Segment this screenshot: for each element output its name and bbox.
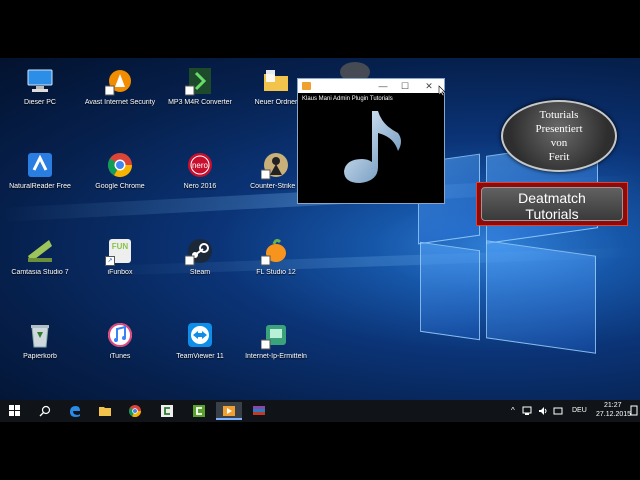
minimize-button[interactable]: — xyxy=(372,79,394,93)
media-player-icon xyxy=(223,406,235,416)
desktop-icon-label: Camtasia Studio 7 xyxy=(11,269,69,276)
maximize-button[interactable]: ☐ xyxy=(394,79,416,93)
letterbox-top xyxy=(0,0,640,58)
desktop-icon-label: Nero 2016 xyxy=(183,183,217,190)
desktop-icon-label: MP3 M4R Converter xyxy=(168,99,232,106)
desktop-icon-label: Google Chrome xyxy=(95,183,145,190)
desktop-icon-naturalreader[interactable]: NaturalReader Free xyxy=(2,150,78,190)
media-player-icon xyxy=(302,82,311,90)
ifunbox-badge: FUN xyxy=(111,242,129,251)
network-tray-icon[interactable] xyxy=(522,406,532,416)
taskbar-chrome[interactable] xyxy=(122,402,148,420)
badge-line: Presentiert xyxy=(535,123,583,135)
clock-time[interactable]: 21:27 xyxy=(604,402,622,409)
desktop-icon-itunes[interactable]: iTunes xyxy=(82,320,158,360)
tray-overflow-chevron[interactable]: ^ xyxy=(511,406,515,415)
computer-icon xyxy=(25,66,55,96)
fl-studio-icon xyxy=(260,236,291,266)
windows-logo-pane xyxy=(486,240,596,354)
start-icon xyxy=(9,405,20,416)
notifications-icon[interactable] xyxy=(630,405,638,417)
message-icon[interactable] xyxy=(553,406,563,416)
edge-icon xyxy=(70,406,80,417)
desktop-icon-google-chrome[interactable]: Google Chrome xyxy=(82,150,158,190)
desktop-icon-label: iFunbox xyxy=(107,269,133,276)
desktop-icon-teamviewer[interactable]: TeamViewer 11 xyxy=(162,320,238,360)
camtasia-icon xyxy=(25,236,55,266)
desktop-icon-fl-studio[interactable]: FL Studio 12 xyxy=(238,236,314,276)
desktop-icon-steam[interactable]: Steam xyxy=(162,236,238,276)
steam-icon xyxy=(184,236,215,266)
desktop[interactable]: Dieser PC Avast Internet Security MP3 M4… xyxy=(0,58,640,400)
search-icon xyxy=(39,405,51,417)
taskbar-camtasia[interactable] xyxy=(154,402,180,420)
badge-line: von xyxy=(550,137,568,149)
taskbar: ^ DEU 21:27 27.12.2015 xyxy=(0,400,640,422)
search-button[interactable] xyxy=(32,402,58,420)
nero-icon: nero xyxy=(185,150,215,180)
folder-icon xyxy=(261,66,291,96)
banner-line: Tutorials xyxy=(525,206,579,222)
taskbar-camtasia-recorder[interactable] xyxy=(186,402,212,420)
windows-logo-pane xyxy=(420,241,480,341)
naturalreader-icon xyxy=(25,150,55,180)
letterbox-bottom xyxy=(0,422,640,480)
converter-icon xyxy=(184,66,215,96)
desktop-icon-label: NaturalReader Free xyxy=(9,183,71,190)
desktop-icon-dieser-pc[interactable]: Dieser PC xyxy=(2,66,78,106)
desktop-icon-label: Steam xyxy=(189,269,211,276)
tutorials-badge: Toturials Presentiert von Ferit xyxy=(501,100,617,172)
taskbar-edge[interactable] xyxy=(62,402,88,420)
chrome-icon xyxy=(129,405,141,417)
taskbar-explorer[interactable] xyxy=(92,402,118,420)
desktop-icon-label: FL Studio 12 xyxy=(256,269,296,276)
counter-strike-icon xyxy=(260,150,291,180)
winrar-icon xyxy=(253,406,265,415)
teamviewer-icon xyxy=(185,320,215,350)
deatmatch-banner: Deatmatch Tutorials xyxy=(476,182,628,226)
language-indicator[interactable]: DEU xyxy=(572,407,587,414)
taskbar-media-player[interactable] xyxy=(216,402,242,420)
desktop-icon-internet-ip-ermitteln[interactable]: Internet-Ip-Ermitteln xyxy=(238,320,314,360)
desktop-icon-nero[interactable]: nero Nero 2016 xyxy=(162,150,238,190)
desktop-icon-camtasia[interactable]: Camtasia Studio 7 xyxy=(2,236,78,276)
itunes-icon xyxy=(105,320,135,350)
badge-line: Toturials xyxy=(539,109,579,121)
desktop-icon-label: Avast Internet Security xyxy=(84,99,156,106)
start-button[interactable] xyxy=(2,402,28,420)
taskbar-winrar[interactable] xyxy=(246,402,272,420)
explorer-icon xyxy=(99,407,111,416)
mouse-cursor-icon xyxy=(438,85,446,97)
camtasia-icon xyxy=(161,405,173,417)
close-button[interactable]: ✕ xyxy=(418,79,440,93)
banner-line: Deatmatch xyxy=(518,190,586,206)
ifunbox-icon: FUN ↗ xyxy=(105,236,135,266)
volume-icon[interactable] xyxy=(538,406,548,416)
window-title: Klaus Mani Admin Plugin Tutorials xyxy=(302,96,393,102)
window-titlebar[interactable]: — ☐ ✕ xyxy=(298,79,444,93)
desktop-icon-mp3-m4r-converter[interactable]: MP3 M4R Converter xyxy=(162,66,238,106)
avast-icon xyxy=(104,66,135,96)
desktop-icon-papierkorb[interactable]: Papierkorb xyxy=(2,320,78,360)
chrome-icon xyxy=(105,150,135,180)
svg-text:nero: nero xyxy=(192,161,209,170)
desktop-icon-ifunbox[interactable]: FUN ↗ iFunbox xyxy=(82,236,158,276)
desktop-icon-avast[interactable]: Avast Internet Security xyxy=(82,66,158,106)
desktop-icon-label: Papierkorb xyxy=(23,353,57,360)
recycle-bin-icon xyxy=(25,320,55,350)
media-player-window[interactable]: — ☐ ✕ Klaus Mani Admin Plugin Tutorials xyxy=(297,78,446,204)
clock-date[interactable]: 27.12.2015 xyxy=(596,411,631,418)
music-note-icon xyxy=(344,111,401,183)
badge-line: Ferit xyxy=(548,151,570,163)
camtasia-recorder-icon xyxy=(193,405,205,417)
network-icon xyxy=(260,320,291,350)
desktop-icon-label: iTunes xyxy=(109,353,131,360)
desktop-icon-label: Dieser PC xyxy=(24,99,56,106)
desktop-icon-label: TeamViewer 11 xyxy=(176,353,224,360)
desktop-icon-label: Internet-Ip-Ermitteln xyxy=(245,353,307,360)
